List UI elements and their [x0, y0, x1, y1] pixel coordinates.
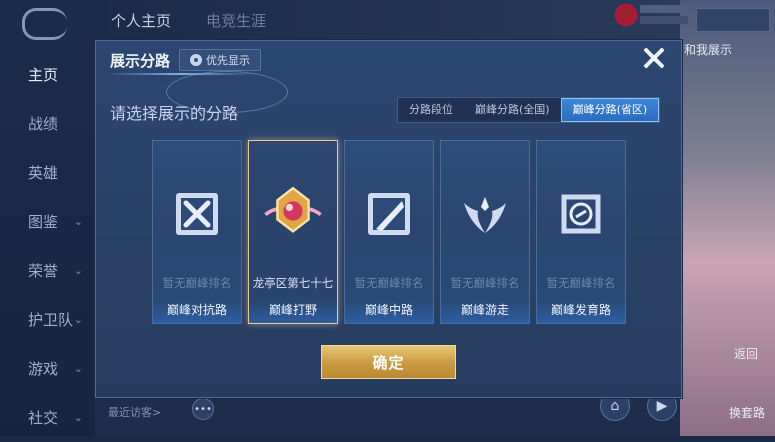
priority-display-button[interactable]: 优先显示 [179, 49, 261, 71]
sidebar-item-heroes[interactable]: 英雄 [0, 148, 95, 197]
sidebar-item-label: 游戏 [28, 360, 59, 378]
more-icon[interactable]: ••• [192, 398, 214, 420]
right-button-1[interactable]: 返回 [734, 345, 758, 362]
tab-esports-career[interactable]: 电竞生涯 [206, 10, 266, 31]
gear-icon [190, 54, 202, 66]
tab-peak-national[interactable]: 巅峰分路(全国) [464, 98, 561, 122]
lane-card-mid[interactable]: 暂无巅峰排名 巅峰中路 [344, 140, 434, 324]
role-label: 巅峰对抗路 [166, 303, 227, 317]
chevron-down-icon: ⌄ [73, 264, 83, 277]
status-bar [640, 5, 688, 13]
jungle-gem-icon [264, 186, 322, 233]
sidebar-nav: 主页 战绩 英雄 图鉴 ⌄ 荣誉 ⌄ 护卫队 ⌄ 游戏 ⌄ 社交 ⌄ [0, 50, 95, 442]
sidebar-item-honor[interactable]: 荣誉 ⌄ [0, 246, 95, 295]
role-label: 巅峰中路 [364, 303, 413, 317]
sidebar-item-label: 图鉴 [28, 213, 59, 231]
lane-card-farm[interactable]: 暂无巅峰排名 巅峰发育路 [536, 140, 626, 324]
top-bar-bg [95, 0, 680, 40]
lane-card-clash[interactable]: 暂无巅峰排名 巅峰对抗路 [152, 140, 242, 324]
lane-card-jungle[interactable]: 龙亭区第七十七 巅峰打野 [248, 140, 338, 324]
sidebar-item-label: 主页 [28, 66, 59, 84]
swords-icon [176, 193, 218, 235]
tab-peak-province[interactable]: 巅峰分路(省区) [560, 98, 660, 122]
right-button-2[interactable]: 换套路 [729, 404, 765, 421]
dialog-title: 展示分路 [110, 52, 171, 70]
dialog-subtitle: 请选择展示的分路 [110, 104, 239, 123]
rank-text: 暂无巅峰排名 [546, 276, 616, 290]
rank-text: 暂无巅峰排名 [162, 276, 232, 290]
sidebar-item-label: 护卫队 [28, 311, 74, 329]
sidebar-item-game[interactable]: 游戏 ⌄ [0, 344, 95, 393]
sidebar-item-label: 社交 [28, 409, 59, 427]
sidebar-item-guard[interactable]: 护卫队 ⌄ [0, 295, 95, 344]
sidebar-item-social[interactable]: 社交 ⌄ [0, 393, 95, 442]
role-label: 巅峰游走 [460, 303, 509, 317]
rank-text: 暂无巅峰排名 [354, 276, 424, 290]
dropdown-button[interactable] [696, 8, 770, 32]
sidebar-item-label: 荣誉 [28, 262, 59, 280]
status-bar-secondary [640, 16, 688, 24]
close-button[interactable] [641, 45, 667, 71]
tab-lane-rank[interactable]: 分路段位 [398, 98, 464, 122]
sidebar-item-records[interactable]: 战绩 [0, 99, 95, 148]
back-button[interactable] [22, 8, 67, 40]
right-panel-text: 和我展示 [684, 43, 733, 57]
sidebar-item-codex[interactable]: 图鉴 ⌄ [0, 197, 95, 246]
priority-label: 优先显示 [206, 54, 250, 67]
sidebar-item-label: 英雄 [28, 164, 59, 182]
role-label: 巅峰打野 [268, 303, 317, 317]
confirm-button[interactable]: 确定 [321, 345, 456, 379]
lane-card-roam[interactable]: 暂无巅峰排名 巅峰游走 [440, 140, 530, 324]
chevron-down-icon: ⌄ [73, 313, 83, 326]
right-scene-bg [680, 0, 775, 436]
show-lane-dialog: 展示分路 优先显示 请选择展示的分路 分路段位 巅峰分路(全国) 巅峰分路(省区… [95, 40, 682, 398]
recent-visitors-link[interactable]: 最近访客> [108, 404, 161, 420]
chevron-down-icon: ⌄ [73, 411, 83, 424]
coin-target-icon [561, 194, 601, 234]
rank-text: 龙亭区第七十七 [252, 276, 334, 290]
lane-source-tabs: 分路段位 巅峰分路(全国) 巅峰分路(省区) [397, 97, 661, 123]
chevron-down-icon: ⌄ [73, 215, 83, 228]
tab-personal-home[interactable]: 个人主页 [111, 10, 171, 31]
role-label: 巅峰发育路 [550, 303, 611, 317]
chevron-down-icon: ⌄ [73, 362, 83, 375]
rank-text: 暂无巅峰排名 [450, 276, 520, 290]
title-underline [106, 73, 256, 75]
wings-icon [464, 197, 506, 233]
blade-icon [368, 193, 410, 235]
sidebar-item-home[interactable]: 主页 [0, 50, 95, 99]
sidebar-item-label: 战绩 [28, 115, 59, 133]
bottom-bar-bg [95, 396, 680, 436]
avatar[interactable] [615, 4, 637, 26]
